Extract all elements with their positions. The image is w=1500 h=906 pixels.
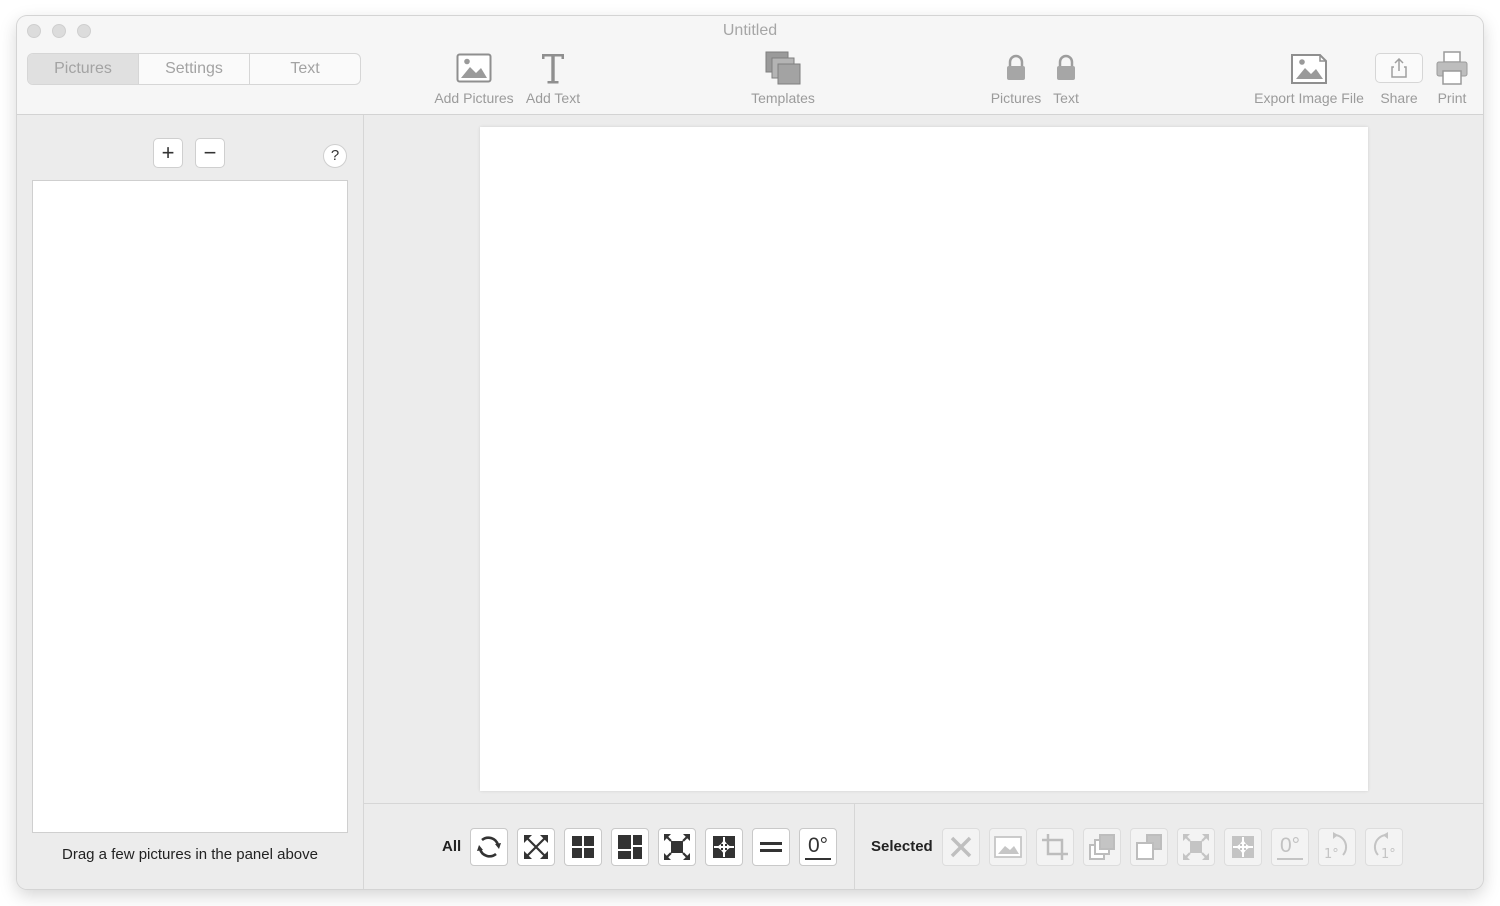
- fit-all-button[interactable]: [658, 828, 696, 866]
- reset-rotation-all-icon: 0°: [807, 833, 829, 857]
- titlebar: Untitled Pictures Settings Text Add Pict…: [17, 16, 1483, 115]
- send-backward-icon: [1136, 834, 1162, 860]
- reset-rotation-selected-icon: 0°: [1279, 833, 1301, 857]
- equal-spacing-icon: [760, 842, 782, 852]
- bring-forward-icon: [1089, 834, 1115, 860]
- tab-settings[interactable]: Settings: [139, 54, 250, 84]
- rotate-left-icon: 1°: [1373, 832, 1396, 862]
- grid-layout-icon: [572, 836, 594, 858]
- grid-layout-button[interactable]: [564, 828, 602, 866]
- mosaic-layout-icon: [618, 835, 642, 859]
- add-pictures-label: Add Pictures: [434, 90, 514, 106]
- svg-text:1°: 1°: [1381, 847, 1396, 862]
- tab-pictures[interactable]: Pictures: [28, 54, 139, 84]
- replace-image-button[interactable]: [989, 828, 1027, 866]
- rotate-all-button[interactable]: [470, 828, 508, 866]
- add-picture-button[interactable]: +: [153, 138, 183, 168]
- delete-icon: [950, 836, 972, 858]
- center-selected-button[interactable]: [1224, 828, 1262, 866]
- reset-rotation-all-button[interactable]: 0°: [799, 828, 837, 866]
- expand-all-icon: [524, 835, 548, 859]
- rotate-all-icon: [477, 836, 501, 858]
- replace-image-icon: [994, 836, 1022, 858]
- app-window: Untitled Pictures Settings Text Add Pict…: [17, 16, 1483, 889]
- fit-selected-icon: [1183, 834, 1209, 860]
- help-button[interactable]: ?: [323, 144, 347, 168]
- lock-text-label: Text: [1053, 90, 1079, 106]
- sidebar: + − ? Drag a few pictures in the panel a…: [17, 115, 364, 889]
- pictures-drop-panel[interactable]: [32, 180, 348, 833]
- picture-icon: [456, 49, 492, 87]
- add-pictures-button[interactable]: Add Pictures: [432, 49, 516, 106]
- drop-hint-text: Drag a few pictures in the panel above: [62, 846, 318, 863]
- remove-picture-button[interactable]: −: [195, 138, 225, 168]
- center-all-button[interactable]: [705, 828, 743, 866]
- center-selected-icon: [1232, 836, 1254, 858]
- equal-spacing-button[interactable]: [752, 828, 790, 866]
- export-image-file-button[interactable]: Export Image File: [1249, 49, 1369, 106]
- lock-text-button[interactable]: Text: [1041, 49, 1091, 106]
- crop-icon: [1042, 834, 1068, 860]
- mosaic-layout-button[interactable]: [611, 828, 649, 866]
- reset-rotation-selected-button[interactable]: 0°: [1271, 828, 1309, 866]
- rotate-right-button[interactable]: 1°: [1318, 828, 1356, 866]
- tab-text[interactable]: Text: [250, 54, 360, 84]
- export-image-file-label: Export Image File: [1254, 90, 1364, 106]
- expand-all-button[interactable]: [517, 828, 555, 866]
- crop-button[interactable]: [1036, 828, 1074, 866]
- lock-icon: [1005, 49, 1027, 87]
- printer-icon: [1435, 49, 1469, 87]
- rotate-right-icon: 1°: [1324, 832, 1348, 862]
- rotate-left-button[interactable]: 1°: [1365, 828, 1403, 866]
- add-text-button[interactable]: Add Text: [523, 49, 583, 106]
- sidebar-tab-control: Pictures Settings Text: [27, 53, 361, 85]
- print-button[interactable]: Print: [1430, 49, 1474, 106]
- print-label: Print: [1437, 90, 1467, 106]
- bottom-toolbar: All 0° Selected 0° 1° 1°: [364, 803, 1483, 889]
- svg-text:1°: 1°: [1324, 847, 1339, 862]
- text-icon: [540, 49, 566, 87]
- templates-label: Templates: [751, 90, 815, 106]
- fit-selected-button[interactable]: [1177, 828, 1215, 866]
- lock-pictures-label: Pictures: [990, 90, 1042, 106]
- fit-all-icon: [664, 834, 690, 860]
- share-label: Share: [1380, 90, 1418, 106]
- canvas-area: [364, 115, 1483, 803]
- templates-icon: [764, 49, 802, 87]
- share-icon: [1375, 49, 1423, 87]
- add-text-label: Add Text: [525, 90, 581, 106]
- center-all-icon: [713, 836, 735, 858]
- window-title: Untitled: [722, 22, 778, 39]
- selected-label: Selected: [871, 838, 933, 855]
- share-button[interactable]: Share: [1374, 49, 1424, 106]
- templates-button[interactable]: Templates: [748, 49, 818, 106]
- export-image-icon: [1290, 49, 1328, 87]
- bring-forward-button[interactable]: [1083, 828, 1121, 866]
- send-backward-button[interactable]: [1130, 828, 1168, 866]
- all-label: All: [442, 838, 462, 855]
- collage-canvas[interactable]: [480, 127, 1368, 791]
- toolbar-divider: [854, 804, 855, 889]
- lock-icon: [1055, 49, 1077, 87]
- delete-selected-button[interactable]: [942, 828, 980, 866]
- lock-pictures-button[interactable]: Pictures: [986, 49, 1046, 106]
